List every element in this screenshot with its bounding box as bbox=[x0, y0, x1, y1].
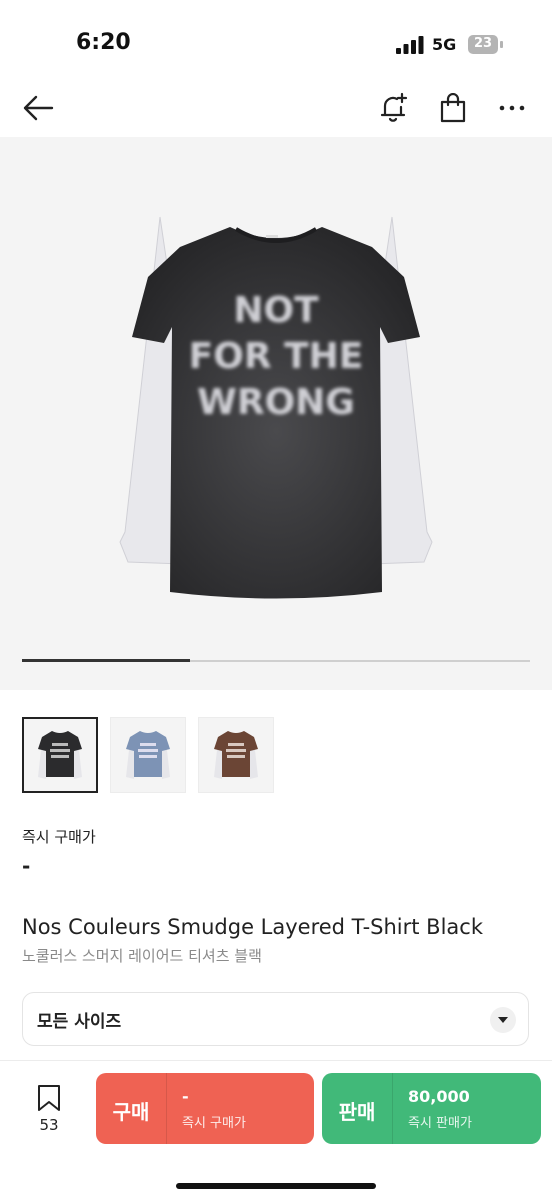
shopping-bag-icon bbox=[440, 93, 466, 123]
bookmark-count: 53 bbox=[39, 1116, 59, 1134]
bookmark-button[interactable]: 53 bbox=[26, 1082, 72, 1142]
thumbnail-blue[interactable] bbox=[110, 717, 186, 793]
signal-icon bbox=[396, 36, 424, 54]
sell-button[interactable]: 판매 80,000 즉시 판매가 bbox=[322, 1073, 541, 1144]
chevron-down-icon bbox=[490, 1007, 516, 1033]
battery-level: 23 bbox=[473, 36, 493, 51]
product-name-korean: 노쿨러스 스머지 레이어드 티셔츠 블랙 bbox=[22, 947, 262, 965]
thumbnail-brown[interactable] bbox=[198, 717, 274, 793]
thumbnail-black-image bbox=[38, 731, 82, 779]
home-indicator bbox=[176, 1183, 376, 1189]
status-time: 6:20 bbox=[76, 30, 131, 55]
svg-text:FOR THE: FOR THE bbox=[189, 336, 364, 377]
buy-button[interactable]: 구매 - 즉시 구매가 bbox=[96, 1073, 314, 1144]
svg-text:WRONG: WRONG bbox=[197, 382, 355, 423]
buy-label: 구매 bbox=[112, 1100, 150, 1124]
sell-price: 80,000 bbox=[408, 1087, 470, 1106]
instant-buy-price-value: - bbox=[22, 854, 31, 878]
size-select-label: 모든 사이즈 bbox=[37, 1012, 122, 1032]
thumbnail-brown-image bbox=[214, 731, 258, 779]
bottom-bar-divider bbox=[0, 1060, 552, 1061]
sell-price-label: 즉시 판매가 bbox=[408, 1116, 472, 1131]
network-type: 5G bbox=[432, 35, 457, 54]
product-image[interactable]: NOT FOR THE WRONG bbox=[0, 137, 552, 690]
bookmark-icon bbox=[38, 1085, 60, 1111]
shopping-bag-button[interactable] bbox=[431, 86, 475, 130]
product-name: Nos Couleurs Smudge Layered T-Shirt Blac… bbox=[22, 915, 483, 939]
size-select[interactable]: 모든 사이즈 bbox=[22, 992, 529, 1046]
more-horizontal-icon bbox=[499, 105, 525, 111]
layered-tshirt-image: NOT FOR THE WRONG bbox=[119, 216, 433, 599]
more-options-button[interactable] bbox=[490, 86, 534, 130]
sell-label: 판매 bbox=[338, 1100, 376, 1124]
price-alert-button[interactable] bbox=[372, 86, 416, 130]
carousel-progress bbox=[22, 659, 190, 662]
graphic-text: NOT bbox=[233, 290, 319, 331]
buy-price: - bbox=[182, 1087, 189, 1106]
back-arrow-icon bbox=[23, 95, 54, 121]
bell-plus-icon bbox=[380, 92, 408, 122]
thumbnail-black[interactable] bbox=[22, 717, 98, 793]
buy-price-label: 즉시 구매가 bbox=[182, 1116, 246, 1131]
back-button[interactable] bbox=[16, 86, 60, 130]
instant-buy-price-label: 즉시 구매가 bbox=[22, 828, 96, 846]
thumbnail-blue-image bbox=[126, 731, 170, 779]
battery-icon: 23 bbox=[468, 35, 504, 54]
